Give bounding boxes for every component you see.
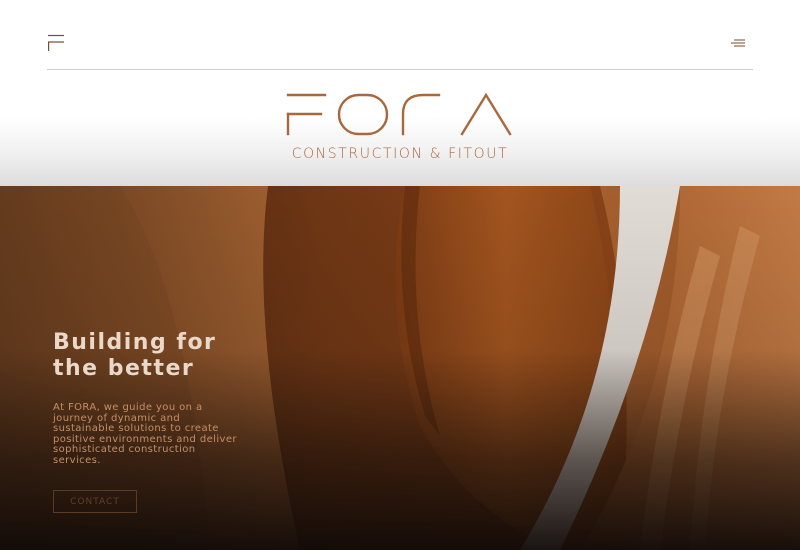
hero-title: Building for the better — [53, 330, 217, 381]
contact-button[interactable]: CONTACT — [53, 490, 137, 513]
site-header: CONSTRUCTION & FITOUT — [0, 0, 800, 186]
menu-lines-icon[interactable] — [728, 36, 748, 50]
fora-wordmark[interactable] — [285, 90, 515, 136]
hero-section: Building for the better At FORA, we guid… — [0, 186, 800, 550]
fora-mark-icon[interactable] — [47, 34, 65, 52]
hero-description: At FORA, we guide you on a journey of dy… — [53, 402, 237, 466]
header-divider — [47, 69, 753, 70]
brand-tagline: CONSTRUCTION & FITOUT — [291, 146, 509, 162]
brand-block: CONSTRUCTION & FITOUT — [0, 90, 800, 162]
